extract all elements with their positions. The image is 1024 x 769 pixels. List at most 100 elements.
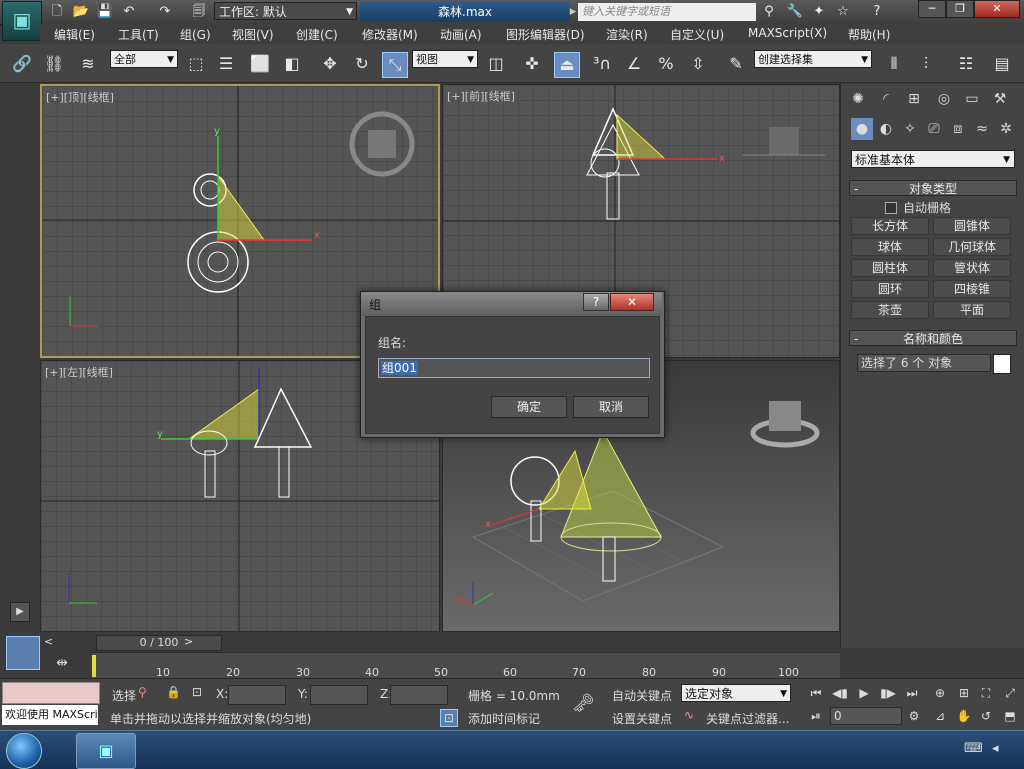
key-selection-select[interactable]: 选定对象 ▼ — [681, 684, 791, 702]
help-icon[interactable]: ? — [868, 3, 886, 21]
start-button[interactable] — [6, 733, 42, 769]
prev-frame-icon[interactable]: < — [44, 635, 53, 648]
field-of-view-icon[interactable]: ⊿ — [930, 707, 950, 725]
time-tag-icon[interactable]: ⊡ — [440, 709, 458, 727]
space-warps-icon[interactable]: ≈ — [971, 118, 993, 140]
geometry-icon[interactable]: ● — [851, 118, 873, 140]
menu-view[interactable]: 视图(V) — [232, 26, 274, 43]
pivot-center-icon[interactable]: ◫ — [484, 52, 508, 76]
pan-icon[interactable]: ✋ — [954, 707, 974, 725]
menu-edit[interactable]: 编辑(E) — [54, 26, 95, 43]
lock-icon[interactable]: 🔒 — [166, 685, 181, 699]
menu-maxscript[interactable]: MAXScript(X) — [748, 26, 827, 40]
open-file-icon[interactable]: 📂 — [72, 3, 90, 21]
geosphere-button[interactable]: 几何球体 — [933, 238, 1011, 256]
current-frame-field[interactable]: 0 — [830, 707, 902, 725]
menu-help[interactable]: 帮助(H) — [848, 26, 890, 43]
rotate-icon[interactable]: ↻ — [350, 52, 374, 76]
go-to-start-icon[interactable]: ⏮ — [806, 684, 826, 702]
spinner-snap-icon[interactable]: ⇳ — [686, 52, 710, 76]
expand-panel-icon[interactable]: ▶ — [10, 602, 30, 622]
angle-snap-icon[interactable]: ∠ — [622, 52, 646, 76]
next-frame-icon[interactable]: > — [184, 635, 193, 648]
close-button[interactable]: ✕ — [974, 0, 1020, 18]
isolate-icon[interactable]: ⚲ — [138, 685, 147, 699]
previous-frame-icon[interactable]: ◀▮ — [830, 684, 850, 702]
time-slider-thumb[interactable]: 0 / 100 — [96, 635, 222, 651]
menu-rendering[interactable]: 渲染(R) — [606, 26, 648, 43]
autogrid-checkbox[interactable] — [885, 202, 897, 214]
object-name-field[interactable]: 选择了 6 个 对象 — [857, 354, 991, 372]
next-frame-icon[interactable]: ▮▶ — [878, 684, 898, 702]
favorites-star-icon[interactable]: ☆ — [834, 3, 852, 21]
named-selection-select[interactable]: 创建选择集 ▼ — [754, 50, 872, 68]
menu-animation[interactable]: 动画(A) — [440, 26, 482, 43]
modify-tab-icon[interactable]: ◜ — [875, 88, 897, 110]
reference-coordinate-select[interactable]: 视图 ▼ — [412, 50, 478, 68]
tools-icon[interactable]: 🔧 — [786, 3, 804, 21]
new-file-icon[interactable]: 🗋 — [48, 3, 66, 21]
viewport-layout-icon[interactable] — [6, 636, 40, 670]
binoculars-icon[interactable]: ⚲ — [760, 3, 778, 21]
select-object-icon[interactable]: ⬚ — [184, 52, 208, 76]
menu-group[interactable]: 组(G) — [180, 26, 211, 43]
selection-filter-select[interactable]: 全部 ▼ — [110, 50, 178, 68]
keyboard-icon[interactable]: ⌨ — [964, 741, 983, 756]
shapes-icon[interactable]: ◐ — [875, 118, 897, 140]
edit-named-selection-icon[interactable]: ✎ — [724, 52, 748, 76]
object-color-swatch[interactable] — [993, 354, 1011, 374]
ok-button[interactable]: 确定 — [491, 396, 567, 418]
maxscript-welcome[interactable]: 欢迎使用 MAXScri — [2, 705, 98, 725]
group-name-value[interactable]: 组001 — [381, 361, 418, 375]
menu-customize[interactable]: 自定义(U) — [670, 26, 724, 43]
graphite-tools-icon[interactable]: ▤ — [990, 52, 1014, 76]
bind-space-warp-icon[interactable]: ≋ — [76, 52, 100, 76]
pyramid-button[interactable]: 四棱锥 — [933, 280, 1011, 298]
taskbar-3dsmax-button[interactable]: ▣ — [76, 733, 136, 769]
track-bar-icon[interactable]: ⇹ — [50, 655, 74, 675]
key-mode-icon[interactable]: ⏯ — [806, 707, 826, 725]
snap-toggle-icon[interactable]: ³∩ — [590, 52, 614, 76]
system-tray-icon[interactable]: ◂ — [992, 741, 999, 756]
menu-modifiers[interactable]: 修改器(M) — [362, 26, 418, 43]
motion-tab-icon[interactable]: ◎ — [933, 88, 955, 110]
percent-snap-icon[interactable]: % — [654, 52, 678, 76]
cancel-button[interactable]: 取消 — [573, 396, 649, 418]
search-input[interactable]: 键入关键字或短语 — [578, 3, 756, 21]
workspace-select[interactable]: 工作区: 默认 ▼ — [214, 2, 357, 20]
teapot-button[interactable]: 茶壶 — [851, 301, 929, 319]
systems-icon[interactable]: ✲ — [995, 118, 1017, 140]
save-file-icon[interactable]: 💾 — [96, 3, 114, 21]
timeline-track[interactable]: 10 20 30 40 50 60 70 80 90 100 — [92, 652, 840, 679]
sphere-button[interactable]: 球体 — [851, 238, 929, 256]
utilities-tab-icon[interactable]: ⚒ — [989, 88, 1011, 110]
align-icon[interactable]: ⫶ — [914, 52, 938, 76]
layer-manager-icon[interactable]: ☷ — [954, 52, 978, 76]
zoom-all-icon[interactable]: ⊞ — [954, 684, 974, 702]
key-filters-button[interactable]: 关键点过滤器... — [706, 710, 789, 727]
window-crossing-icon[interactable]: ◧ — [280, 52, 304, 76]
zoom-icon[interactable]: ⊕ — [930, 684, 950, 702]
dialog-help-button[interactable]: ? — [583, 293, 609, 311]
z-coordinate-field[interactable] — [390, 685, 448, 705]
app-menu-button[interactable]: ▣ — [2, 1, 42, 41]
cone-button[interactable]: 圆锥体 — [933, 217, 1011, 235]
dialog-close-button[interactable]: ✕ — [610, 293, 654, 311]
object-type-rollout[interactable]: - 对象类型 — [849, 180, 1017, 196]
key-icon[interactable]: 🗝 — [572, 693, 595, 714]
time-config-icon[interactable]: ⚙ — [904, 707, 924, 725]
maximize-button[interactable]: ❐ — [946, 0, 974, 18]
group-name-input[interactable] — [378, 358, 650, 378]
object-category-select[interactable]: 标准基本体 ▼ — [851, 150, 1015, 168]
go-to-end-icon[interactable]: ⏭ — [902, 684, 922, 702]
time-slider[interactable]: < 0 / 100 > — [40, 633, 840, 651]
maxscript-listener-mini[interactable] — [2, 682, 100, 704]
play-icon[interactable]: ▶ — [854, 684, 874, 702]
helpers-icon[interactable]: ⧈ — [947, 118, 969, 140]
hierarchy-tab-icon[interactable]: ⊞ — [903, 88, 925, 110]
auto-key-button[interactable]: 自动关键点 — [612, 687, 672, 704]
exchange-icon[interactable]: ✦ — [810, 3, 828, 21]
rectangle-selection-icon[interactable]: ⬜ — [248, 52, 272, 76]
zoom-extents-all-icon[interactable]: ⤢ — [1000, 684, 1020, 702]
lights-icon[interactable]: ✧ — [899, 118, 921, 140]
